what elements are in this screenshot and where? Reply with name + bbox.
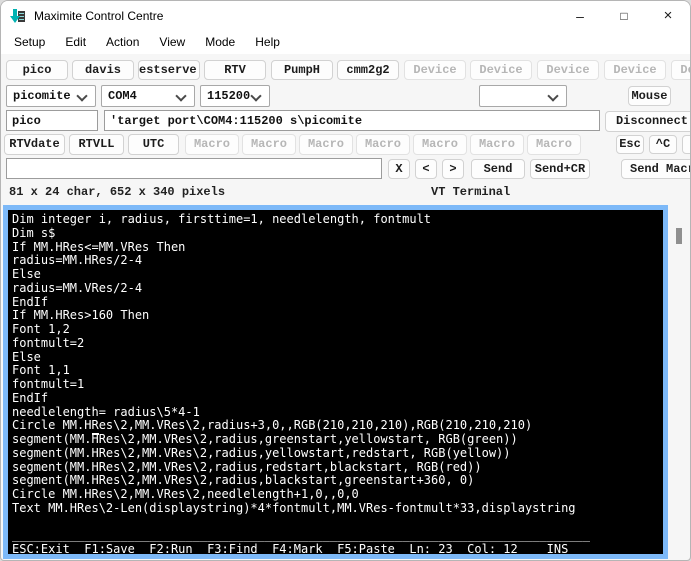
scrollbar-thumb[interactable] — [676, 228, 682, 244]
menu-edit[interactable]: Edit — [55, 31, 96, 54]
menu-mode[interactable]: Mode — [195, 31, 245, 54]
chevron-down-icon — [175, 90, 186, 101]
menu-setup[interactable]: Setup — [4, 31, 55, 54]
minimize-button[interactable]: – — [558, 1, 602, 31]
terminal-line: Circle MM.HRes\2,MM.VRes\2,radius+3,0,,R… — [12, 419, 663, 433]
macro-button-4: Macro — [356, 134, 410, 155]
target-command-field[interactable] — [104, 110, 600, 131]
device-button-davis[interactable]: davis — [72, 60, 134, 80]
terminal-line: Dim s$ — [12, 227, 663, 241]
rtvll-button[interactable]: RTVLL — [69, 134, 124, 155]
send-button[interactable]: Send — [471, 159, 525, 179]
device-button-cmm2g2[interactable]: cmm2g2 — [337, 60, 399, 80]
text-cursor — [92, 433, 99, 435]
device-button-empty-4: Device — [604, 60, 666, 80]
chevron-down-icon — [547, 90, 558, 101]
terminal-line: EndIf — [12, 296, 663, 310]
terminal-line: segment(MM.HRes\2,MM.VRes\2,radius,green… — [12, 433, 663, 447]
rtvdate-button[interactable]: RTVdate — [4, 134, 65, 155]
macro-button-6: Macro — [470, 134, 524, 155]
menu-help[interactable]: Help — [245, 31, 290, 54]
terminal-line: fontmult=1 — [12, 378, 663, 392]
device-button-empty-5: Device — [671, 60, 691, 80]
device-button-rtv[interactable]: RTV — [204, 60, 266, 80]
macro-button-5: Macro — [413, 134, 467, 155]
send-macro-button[interactable]: Send Macro — [621, 159, 691, 179]
terminal-line: radius=MM.HRes/2-4 — [12, 254, 663, 268]
terminal-line: If MM.HRes<=MM.VRes Then — [12, 241, 663, 255]
device-type-value: picomite — [13, 89, 71, 103]
close-button[interactable]: × — [646, 1, 690, 31]
esc-button[interactable]: Esc — [616, 135, 644, 154]
macro-button-2: Macro — [242, 134, 296, 155]
terminal-line: Else — [12, 351, 663, 365]
terminal-line: segment(MM.HRes\2,MM.VRes\2,radius,redst… — [12, 461, 663, 475]
clear-button[interactable]: X — [388, 159, 410, 179]
send-input[interactable] — [6, 158, 382, 179]
aux-select[interactable] — [479, 85, 567, 107]
device-button-empty-1: Device — [404, 60, 466, 80]
terminal-line: segment(MM.HRes\2,MM.VRes\2,radius,yello… — [12, 447, 663, 461]
terminal-line: If MM.HRes>160 Then — [12, 309, 663, 323]
target-name-field[interactable] — [6, 110, 98, 131]
chevron-down-icon — [250, 90, 261, 101]
com-port-value: COM4 — [108, 89, 137, 103]
baud-rate-select[interactable]: 115200 — [200, 85, 270, 107]
terminal-line: Font 1,2 — [12, 323, 663, 337]
com-port-select[interactable]: COM4 — [101, 85, 195, 107]
window-title: Maximite Control Centre — [34, 9, 163, 23]
terminal-line: Font 1,1 — [12, 364, 663, 378]
truncated-button[interactable] — [682, 135, 691, 154]
macro-button-3: Macro — [299, 134, 353, 155]
next-button[interactable]: > — [442, 159, 464, 179]
utc-button[interactable]: UTC — [128, 134, 179, 155]
terminal-line: Text MM.HRes\2-Len(displaystring)*4*font… — [12, 502, 663, 516]
menu-bar: Setup Edit Action View Mode Help — [1, 31, 690, 54]
device-button-estserve[interactable]: estserve: — [138, 60, 200, 80]
terminal-line: Dim integer i, radius, firsttime=1, need… — [12, 213, 663, 227]
menu-view[interactable]: View — [149, 31, 195, 54]
ctrl-c-button[interactable]: ^C — [649, 135, 677, 154]
menu-action[interactable]: Action — [96, 31, 149, 54]
device-button-pico[interactable]: pico — [6, 60, 68, 80]
terminal-line: Circle MM.HRes\2,MM.VRes\2,needlelength+… — [12, 488, 663, 502]
title-bar: Maximite Control Centre – □ × — [1, 1, 690, 31]
macro-button-7: Macro — [527, 134, 581, 155]
terminal-line: EndIf — [12, 392, 663, 406]
device-button-empty-2: Device — [470, 60, 532, 80]
baud-rate-value: 115200 — [207, 89, 250, 103]
device-button-pumph[interactable]: PumpH — [271, 60, 333, 80]
send-cr-button[interactable]: Send+CR — [530, 159, 590, 179]
prev-button[interactable]: < — [415, 159, 437, 179]
app-icon — [10, 8, 26, 24]
terminal-line: radius=MM.VRes/2-4 — [12, 282, 663, 296]
terminal-line: Else — [12, 268, 663, 282]
terminal-frame: Dim integer i, radius, firsttime=1, need… — [3, 205, 668, 559]
mouse-button[interactable]: Mouse — [628, 86, 671, 106]
terminal-line: needlelength= radius\5*4-1 — [12, 406, 663, 420]
maximize-button[interactable]: □ — [602, 1, 646, 31]
terminal-line: segment(MM.HRes\2,MM.VRes\2,radius,black… — [12, 474, 663, 488]
terminal-line: fontmult=2 — [12, 337, 663, 351]
device-button-empty-3: Device — [537, 60, 599, 80]
terminal-status-line: ESC:Exit F1:Save F2:Run F3:Find F4:Mark … — [12, 543, 663, 554]
macro-button-1: Macro — [185, 134, 239, 155]
app-window: Maximite Control Centre – □ × Setup Edit… — [0, 0, 691, 561]
device-type-select[interactable]: picomite — [6, 85, 96, 107]
terminal-dimensions-label: 81 x 24 char, 652 x 340 pixels — [9, 185, 225, 199]
terminal-mode-label: VT Terminal — [431, 185, 510, 199]
terminal-line — [12, 516, 663, 530]
chevron-down-icon — [76, 90, 87, 101]
terminal-screen[interactable]: Dim integer i, radius, firsttime=1, need… — [8, 210, 663, 554]
terminal-separator-line: ________________________________________… — [12, 529, 663, 543]
disconnect-button[interactable]: Disconnect — [605, 111, 691, 132]
